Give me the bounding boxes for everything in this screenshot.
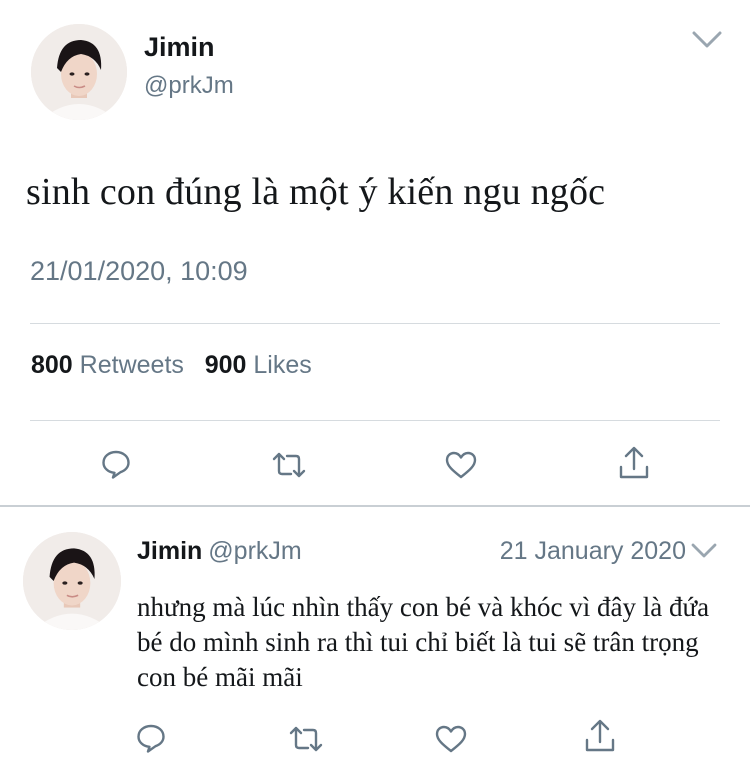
retweet-icon[interactable]	[271, 450, 307, 480]
divider	[30, 420, 720, 421]
like-count[interactable]: 900	[205, 351, 247, 379]
retweet-count[interactable]: 800	[31, 351, 73, 379]
heart-icon[interactable]	[444, 450, 478, 480]
retweet-label[interactable]: Retweets	[80, 351, 184, 379]
retweet-icon[interactable]	[288, 724, 324, 754]
heart-icon[interactable]	[434, 724, 468, 754]
share-icon[interactable]	[583, 718, 617, 754]
tweet-stats: 800 Retweets 900 Likes	[31, 351, 312, 380]
main-tweet: Jimin @prkJm sinh con đúng là một ý kiến…	[0, 0, 750, 505]
profile-photo	[31, 24, 127, 120]
share-icon[interactable]	[617, 445, 651, 481]
author-handle[interactable]: @prkJm	[208, 537, 301, 565]
tweet-text: sinh con đúng là một ý kiến ngu ngốc	[26, 171, 606, 213]
chevron-down-icon[interactable]	[690, 542, 718, 560]
author-handle[interactable]: @prkJm	[144, 72, 234, 100]
author-name[interactable]: Jimin	[137, 537, 202, 565]
reply-date[interactable]: 21 January 2020	[500, 537, 686, 566]
profile-photo	[23, 532, 121, 630]
divider	[30, 323, 720, 324]
avatar[interactable]	[23, 532, 121, 630]
avatar[interactable]	[31, 24, 127, 120]
comment-icon[interactable]	[100, 448, 132, 480]
reply-text: nhưng mà lúc nhìn thấy con bé và khóc vì…	[137, 592, 710, 692]
reply-header: Jimin @prkJm	[137, 537, 302, 566]
tweet-timestamp[interactable]: 21/01/2020, 10:09	[30, 256, 248, 287]
comment-icon[interactable]	[135, 722, 167, 754]
author-name[interactable]: Jimin	[144, 32, 215, 63]
like-label[interactable]: Likes	[253, 351, 311, 379]
thread-separator	[0, 505, 750, 507]
chevron-down-icon[interactable]	[692, 30, 722, 50]
